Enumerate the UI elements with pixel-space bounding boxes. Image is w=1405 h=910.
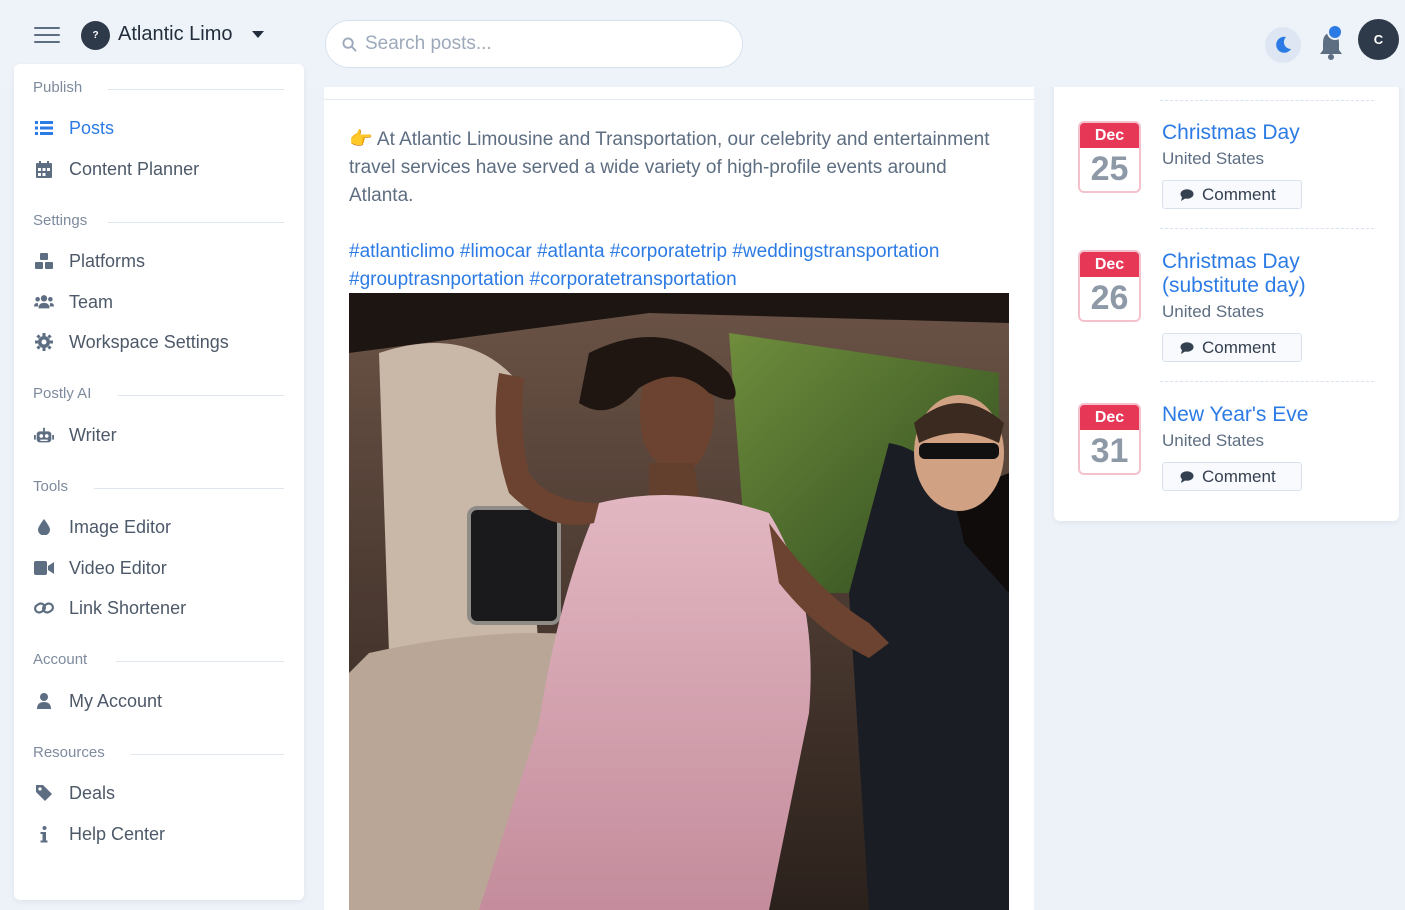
search-icon bbox=[342, 36, 357, 52]
sidebar-item-image-editor[interactable]: Image Editor bbox=[34, 511, 171, 543]
post-image-art bbox=[349, 293, 1009, 910]
sidebar-item-label: Video Editor bbox=[69, 557, 167, 578]
sidebar-item-label: Platforms bbox=[69, 250, 146, 271]
comment-button[interactable]: Comment bbox=[1162, 462, 1302, 491]
section-title-settings: Settings bbox=[33, 212, 88, 229]
link-icon bbox=[34, 602, 54, 614]
comment-button[interactable]: Comment bbox=[1162, 333, 1302, 362]
section-title-publish: Publish bbox=[33, 79, 83, 96]
post-text: 👉 At Atlantic Limousine and Transportati… bbox=[349, 126, 1009, 210]
sidebar-item-my-account[interactable]: My Account bbox=[34, 685, 162, 717]
holiday-name[interactable]: New Year's Eve bbox=[1162, 403, 1382, 427]
notification-dot bbox=[1327, 24, 1343, 40]
comment-icon bbox=[1180, 341, 1194, 354]
sidebar: Publish Posts Content Planner Settings P… bbox=[14, 64, 304, 900]
holiday-day: 25 bbox=[1090, 150, 1129, 188]
holiday-divider bbox=[1160, 381, 1374, 382]
comment-icon bbox=[1180, 188, 1194, 201]
comment-button[interactable]: Comment bbox=[1162, 180, 1302, 209]
user-icon bbox=[37, 693, 51, 709]
sidebar-item-team[interactable]: Team bbox=[34, 286, 113, 318]
robot-icon bbox=[34, 427, 54, 442]
sidebar-item-link-shortener[interactable]: Link Shortener bbox=[34, 592, 186, 624]
section-title-tools: Tools bbox=[33, 478, 69, 495]
sidebar-item-label: Workspace Settings bbox=[69, 331, 229, 352]
sidebar-item-workspace-settings[interactable]: Workspace Settings bbox=[34, 326, 229, 358]
holiday-month: Dec bbox=[1080, 252, 1139, 277]
cubes-icon bbox=[35, 252, 53, 269]
calendar-date-badge: Dec 26 bbox=[1078, 250, 1141, 322]
sidebar-item-content-planner[interactable]: Content Planner bbox=[34, 153, 199, 185]
holiday-month: Dec bbox=[1080, 405, 1139, 430]
post-image[interactable] bbox=[349, 293, 1009, 910]
sidebar-item-writer[interactable]: Writer bbox=[34, 419, 117, 451]
sidebar-item-label: Posts bbox=[69, 117, 115, 138]
holiday-day: 31 bbox=[1090, 432, 1129, 470]
comment-label: Comment bbox=[1202, 466, 1276, 486]
calendar-date-badge: Dec 25 bbox=[1078, 121, 1141, 193]
sidebar-item-help-center[interactable]: Help Center bbox=[34, 818, 165, 850]
calendar-icon bbox=[36, 160, 52, 178]
moon-icon bbox=[1276, 36, 1291, 53]
comment-icon bbox=[1180, 470, 1194, 483]
section-title-resources: Resources bbox=[33, 744, 105, 761]
holiday-name[interactable]: Christmas Day (substitute day) bbox=[1162, 250, 1382, 298]
users-icon bbox=[34, 295, 54, 309]
gear-icon bbox=[35, 333, 53, 351]
pointing-hand-emoji: 👉 bbox=[349, 129, 373, 150]
workspace-logo[interactable]: ? bbox=[81, 21, 110, 50]
search-input[interactable] bbox=[365, 33, 725, 55]
post-body: At Atlantic Limousine and Transportation… bbox=[349, 129, 990, 206]
comment-label: Comment bbox=[1202, 184, 1276, 204]
sidebar-item-label: Help Center bbox=[69, 823, 166, 844]
post-hashtags[interactable]: #atlanticlimo #limocar #atlanta #corpora… bbox=[349, 238, 1009, 294]
holiday-divider bbox=[1160, 100, 1374, 101]
theme-toggle-button[interactable] bbox=[1265, 27, 1301, 63]
section-title-postly-ai: Postly AI bbox=[33, 385, 92, 402]
sidebar-item-label: Link Shortener bbox=[69, 597, 187, 618]
section-divider bbox=[108, 89, 284, 90]
tag-icon bbox=[36, 785, 52, 801]
menu-toggle-icon[interactable] bbox=[34, 27, 60, 45]
sidebar-item-deals[interactable]: Deals bbox=[34, 777, 115, 809]
post-feed: 👉 At Atlantic Limousine and Transportati… bbox=[324, 0, 1034, 910]
sidebar-item-label: Content Planner bbox=[69, 158, 200, 179]
sidebar-item-label: Team bbox=[69, 291, 114, 312]
holiday-month: Dec bbox=[1080, 123, 1139, 148]
search-box[interactable] bbox=[325, 20, 743, 68]
section-divider bbox=[118, 395, 284, 396]
section-divider bbox=[94, 488, 284, 489]
section-title-account: Account bbox=[33, 651, 88, 668]
sidebar-item-label: My Account bbox=[69, 690, 163, 711]
holiday-country: United States bbox=[1162, 431, 1265, 450]
caret-down-icon[interactable] bbox=[252, 31, 264, 38]
info-icon bbox=[40, 825, 48, 842]
workspace-name[interactable]: Atlantic Limo bbox=[118, 23, 233, 46]
sidebar-item-platforms[interactable]: Platforms bbox=[34, 245, 145, 277]
comment-label: Comment bbox=[1202, 337, 1276, 357]
section-divider bbox=[116, 661, 284, 662]
user-avatar[interactable]: C bbox=[1358, 19, 1399, 60]
holiday-country: United States bbox=[1162, 302, 1265, 321]
sidebar-item-video-editor[interactable]: Video Editor bbox=[34, 552, 167, 584]
sidebar-item-label: Deals bbox=[69, 782, 116, 803]
video-icon bbox=[34, 561, 54, 575]
holiday-country: United States bbox=[1162, 149, 1265, 168]
holiday-day: 26 bbox=[1090, 279, 1129, 317]
holiday-divider bbox=[1160, 228, 1374, 229]
sidebar-item-label: Writer bbox=[69, 424, 117, 445]
holiday-name[interactable]: Christmas Day bbox=[1162, 121, 1382, 145]
list-icon bbox=[35, 121, 53, 135]
sidebar-item-posts[interactable]: Posts bbox=[34, 112, 114, 144]
calendar-date-badge: Dec 31 bbox=[1078, 403, 1141, 475]
sidebar-item-label: Image Editor bbox=[69, 516, 172, 537]
section-divider bbox=[131, 754, 284, 755]
section-divider bbox=[108, 222, 284, 223]
droplet-icon bbox=[38, 519, 50, 535]
